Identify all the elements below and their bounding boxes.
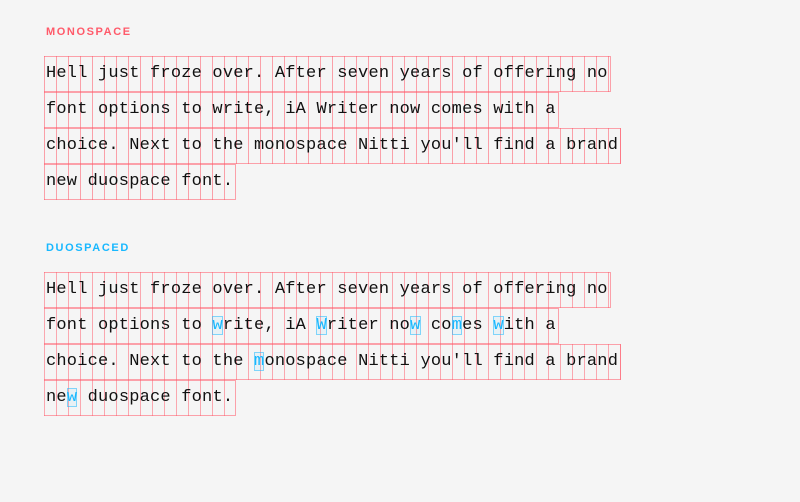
duospaced-sample: Hell just froze over. After seven years … <box>44 272 756 416</box>
sample-line: Hell just froze over. After seven years … <box>44 56 611 92</box>
highlighted-glyph: w <box>410 316 420 335</box>
sample-line: choice. Next to the monospace Nitti you'… <box>44 128 621 164</box>
highlighted-glyph: w <box>212 316 222 335</box>
highlighted-glyph: W <box>316 316 326 335</box>
sample-line: font options to write, iA Writer now com… <box>44 92 559 128</box>
highlighted-glyph: m <box>254 352 264 371</box>
monospace-label: MONOSPACE <box>46 26 756 38</box>
highlighted-glyph: m <box>452 316 462 335</box>
monospace-sample: Hell just froze over. After seven years … <box>44 56 756 200</box>
sample-line: choice. Next to the monospace Nitti you'… <box>44 344 621 380</box>
monospace-block: MONOSPACE Hell just froze over. After se… <box>44 26 756 200</box>
sample-line: Hell just froze over. After seven years … <box>44 272 611 308</box>
sample-line: new duospace font. <box>44 380 236 416</box>
sample-line: new duospace font. <box>44 164 236 200</box>
highlighted-glyph: w <box>493 316 503 335</box>
duospaced-block: DUOSPACED Hell just froze over. After se… <box>44 242 756 416</box>
duospaced-label: DUOSPACED <box>46 242 756 254</box>
sample-line: font options to write, iA Writer now com… <box>44 308 559 344</box>
highlighted-glyph: w <box>67 388 77 407</box>
